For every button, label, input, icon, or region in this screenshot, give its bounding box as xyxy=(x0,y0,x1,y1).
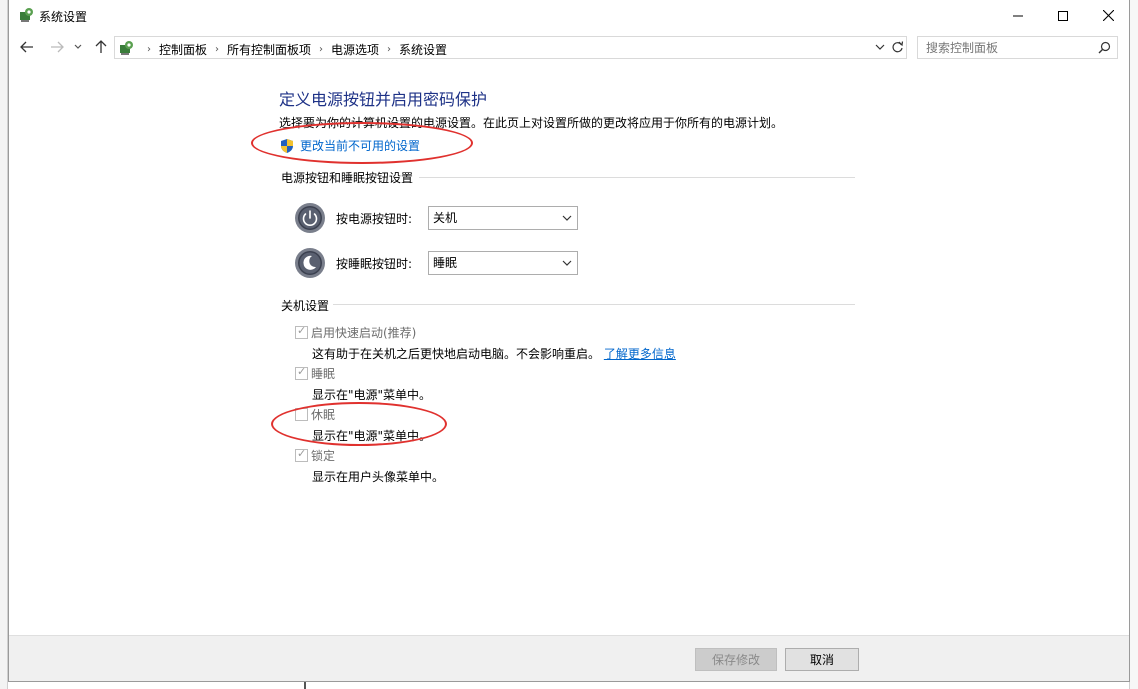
lock-label: 锁定 xyxy=(311,449,336,463)
fast-startup-description-text: 这有助于在关机之后更快地启动电脑。不会影响重启。 xyxy=(312,347,601,361)
learn-more-link[interactable]: 了解更多信息 xyxy=(604,347,676,361)
chevron-down-icon xyxy=(875,44,885,50)
power-button-action-select[interactable]: 关机 xyxy=(428,206,578,230)
chevron-right-icon[interactable]: › xyxy=(319,44,323,55)
annotation-circle xyxy=(271,402,447,446)
sleep-checkbox[interactable] xyxy=(295,365,308,380)
sleep-button-icon xyxy=(295,248,325,278)
power-button-setting: 按电源按钮时: 关机 xyxy=(294,202,578,234)
search-input[interactable] xyxy=(918,37,1093,58)
chevron-down-icon xyxy=(562,207,572,238)
lock-description: 显示在用户头像菜单中。 xyxy=(312,470,445,484)
maximize-icon xyxy=(1058,10,1068,21)
fast-startup-description: 这有助于在关机之后更快地启动电脑。不会影响重启。 了解更多信息 xyxy=(312,345,676,362)
section-divider xyxy=(333,304,855,305)
sleep-option: 睡眠 显示在"电源"菜单中。 xyxy=(295,365,431,403)
chevron-down-icon xyxy=(74,44,82,49)
sleep-button-action-value: 睡眠 xyxy=(433,256,458,270)
breadcrumb: › 控制面板 › 所有控制面板项 › 电源选项 › 系统设置 xyxy=(139,41,447,58)
power-button-icon xyxy=(295,203,325,233)
arrow-right-icon xyxy=(51,41,64,53)
up-button[interactable] xyxy=(91,37,111,57)
power-button-label: 按电源按钮时: xyxy=(336,211,413,226)
power-buttons-section-title: 电源按钮和睡眠按钮设置 xyxy=(281,171,414,185)
minimize-icon xyxy=(1013,15,1023,16)
back-button[interactable] xyxy=(17,37,37,57)
address-history-button[interactable] xyxy=(875,40,885,57)
chevron-right-icon: › xyxy=(147,44,151,55)
close-icon xyxy=(1102,10,1114,21)
chevron-down-icon xyxy=(562,252,572,283)
sleep-description: 显示在"电源"菜单中。 xyxy=(312,388,432,402)
maximize-button[interactable] xyxy=(1040,0,1086,31)
fast-startup-option: 启用快速启动(推荐) 这有助于在关机之后更快地启动电脑。不会影响重启。 了解更多… xyxy=(295,324,676,362)
fast-startup-label: 启用快速启动(推荐) xyxy=(311,326,417,340)
sleep-label: 睡眠 xyxy=(311,367,336,381)
page-title: 定义电源按钮并启用密码保护 xyxy=(279,90,488,109)
power-button-action-value: 关机 xyxy=(433,211,458,225)
section-divider xyxy=(419,177,855,178)
lock-option: 锁定 显示在用户头像菜单中。 xyxy=(295,447,444,485)
navigation-bar: › 控制面板 › 所有控制面板项 › 电源选项 › 系统设置 xyxy=(9,33,1129,61)
address-bar[interactable]: › 控制面板 › 所有控制面板项 › 电源选项 › 系统设置 xyxy=(114,36,907,59)
arrow-left-icon xyxy=(20,41,33,53)
system-settings-window: 系统设置 › 控制面板 › 所有控制面板项 › 电源选项 › 系统设置 搜索控制… xyxy=(8,0,1130,682)
lock-checkbox[interactable] xyxy=(295,447,308,462)
chevron-right-icon[interactable]: › xyxy=(387,44,391,55)
recent-locations-button[interactable] xyxy=(72,37,84,57)
fast-startup-checkbox[interactable] xyxy=(295,324,308,339)
minimize-button[interactable] xyxy=(995,0,1041,31)
annotation-circle xyxy=(251,122,473,164)
sleep-button-action-select[interactable]: 睡眠 xyxy=(428,251,578,275)
shutdown-section-title: 关机设置 xyxy=(281,299,330,313)
arrow-up-icon xyxy=(95,40,107,53)
refresh-icon xyxy=(892,41,904,53)
breadcrumb-item-all-items[interactable]: 所有控制面板项 xyxy=(227,41,311,58)
breadcrumb-item-system-settings[interactable]: 系统设置 xyxy=(399,41,447,58)
window-title: 系统设置 xyxy=(39,10,88,24)
search-icon[interactable] xyxy=(1098,41,1111,54)
footer-bar: 保存修改 取消 xyxy=(9,635,1129,681)
sleep-button-label: 按睡眠按钮时: xyxy=(336,256,413,271)
breadcrumb-item-control-panel[interactable]: 控制面板 xyxy=(159,41,207,58)
cancel-button[interactable]: 取消 xyxy=(785,648,859,671)
save-changes-button[interactable]: 保存修改 xyxy=(695,648,777,671)
breadcrumb-item-power-options[interactable]: 电源选项 xyxy=(331,41,379,58)
sleep-button-setting: 按睡眠按钮时: 睡眠 xyxy=(294,247,578,279)
search-box[interactable] xyxy=(917,36,1118,59)
close-button[interactable] xyxy=(1085,0,1131,31)
background-window-right xyxy=(1129,0,1138,689)
title-bar[interactable]: 系统设置 xyxy=(9,0,1129,31)
control-panel-icon xyxy=(120,41,133,55)
control-panel-icon xyxy=(20,8,33,22)
background-window-left xyxy=(0,0,8,689)
forward-button[interactable] xyxy=(47,37,67,57)
refresh-button[interactable] xyxy=(891,39,904,59)
chevron-right-icon[interactable]: › xyxy=(215,44,219,55)
